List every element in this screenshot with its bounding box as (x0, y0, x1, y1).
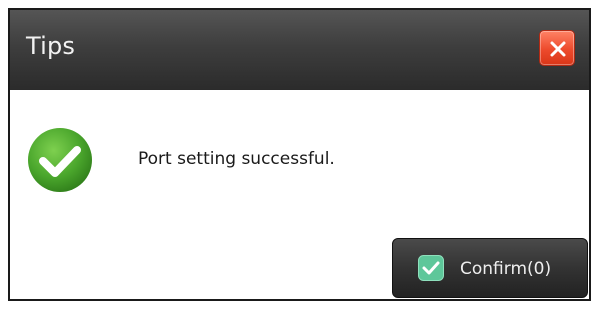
confirm-button-label: Confirm(0) (460, 259, 552, 279)
success-check-icon (28, 128, 92, 192)
dialog-message: Port setting successful. (138, 149, 335, 169)
tips-dialog: Tips Port setting successful. Confirm(0) (8, 8, 591, 301)
close-icon (550, 41, 566, 57)
confirm-button[interactable]: Confirm(0) (392, 238, 588, 298)
dialog-title: Tips (26, 32, 76, 60)
dialog-titlebar[interactable]: Tips (10, 10, 589, 90)
dialog-body: Port setting successful. Confirm(0) (10, 90, 589, 299)
confirm-check-icon (418, 255, 444, 281)
close-button[interactable] (539, 30, 575, 66)
